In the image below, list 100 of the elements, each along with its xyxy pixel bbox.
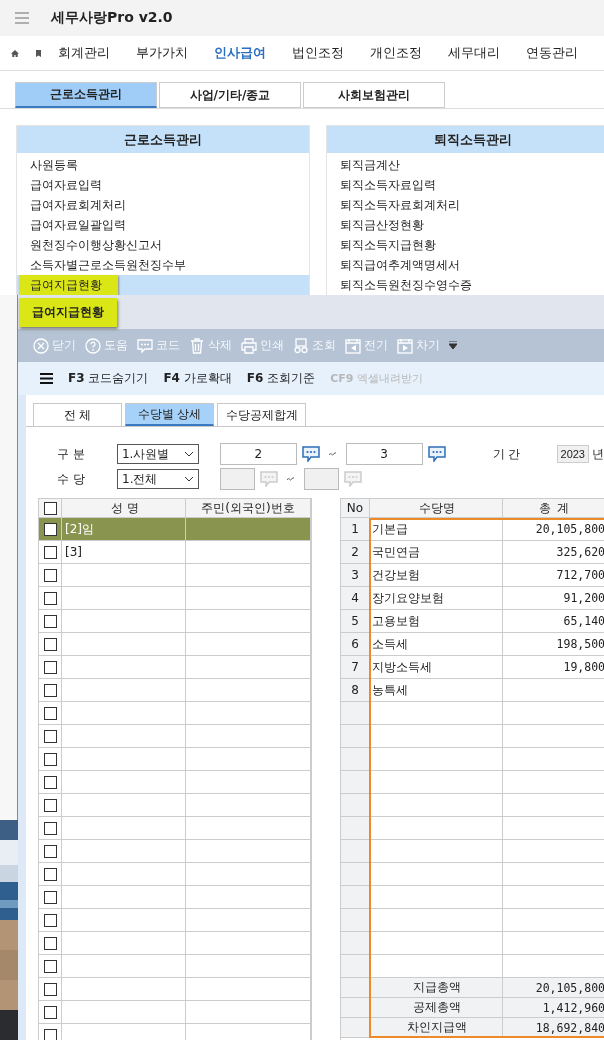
table-cell: 19,800 [563, 660, 604, 674]
menu-item[interactable]: 퇴직소득지급현황 [327, 235, 604, 255]
table-cell: 325,620 [556, 545, 604, 559]
nav-tab[interactable]: 부가가치 [136, 44, 188, 62]
checkbox[interactable] [43, 501, 57, 515]
nav-tab[interactable]: 연동관리 [526, 44, 578, 62]
checkbox[interactable] [43, 591, 57, 605]
menu-item[interactable]: 퇴직금산정현황 [327, 215, 604, 235]
column-header: 수당명 [370, 499, 503, 518]
checkbox[interactable] [43, 913, 57, 927]
summary-value: 18,692,840 [535, 1020, 604, 1035]
nav-tab[interactable]: 개인조정 [370, 44, 422, 62]
checkbox[interactable] [43, 936, 57, 950]
table-cell: 농특세 [372, 681, 408, 699]
checkbox[interactable] [43, 890, 57, 904]
checkbox[interactable] [43, 729, 57, 743]
chevron-down-icon [184, 476, 194, 482]
year-field[interactable]: 2023 [556, 445, 589, 463]
checkbox[interactable] [43, 867, 57, 881]
checkbox[interactable] [43, 959, 57, 973]
table-cell: 지방소득세 [372, 658, 432, 676]
speech-bubble-icon[interactable] [301, 446, 320, 462]
checkbox[interactable] [43, 522, 57, 536]
menu-item[interactable]: 급여지급현황 [17, 275, 309, 295]
table-cell: [2]임 [65, 520, 94, 538]
nav-tab[interactable]: 법인조정 [292, 44, 344, 62]
calendar-back-icon [345, 337, 361, 354]
summary-label: 차인지급액 [407, 1019, 467, 1036]
tilde-icon [328, 452, 336, 456]
function-key-button[interactable]: F4 가로확대 [163, 370, 232, 387]
column-header: No [341, 499, 370, 518]
menu-item[interactable]: 소득자별근로소득원천징수부 [17, 255, 309, 275]
category-tab[interactable]: 사회보험관리 [303, 82, 445, 108]
table-cell: 198,500 [556, 637, 604, 651]
employee-row[interactable]: [3] [39, 541, 311, 564]
row-number: 8 [341, 679, 370, 702]
more-icon[interactable] [449, 341, 457, 350]
category-tab[interactable]: 사업/기타/종교 [159, 82, 301, 108]
panel-header: 퇴직소득관리 [327, 126, 604, 153]
speech-bubble-icon [137, 337, 153, 354]
checkbox[interactable] [43, 660, 57, 674]
close-icon [33, 337, 49, 354]
speech-bubble-icon[interactable] [427, 446, 446, 462]
calendar-forward-icon [397, 337, 413, 354]
nav-tab[interactable]: 세무대리 [448, 44, 500, 62]
summary-label: 지급총액 [413, 979, 461, 996]
checkbox[interactable] [43, 1005, 57, 1019]
row-number: 1 [341, 518, 370, 541]
checkbox[interactable] [43, 752, 57, 766]
nav-tab[interactable]: 인사급여 [214, 44, 266, 62]
binoculars-icon [293, 337, 309, 354]
checkbox[interactable] [43, 844, 57, 858]
checkbox[interactable] [43, 821, 57, 835]
table-cell: 712,700 [556, 568, 604, 582]
menu-item[interactable]: 퇴직금계산 [327, 155, 604, 175]
checkbox[interactable] [43, 545, 57, 559]
menu-item[interactable]: 사원등록 [17, 155, 309, 175]
table-cell: 소득세 [372, 635, 408, 653]
checkbox[interactable] [43, 775, 57, 789]
row-number: 4 [341, 587, 370, 610]
menu-item[interactable]: 퇴직소득자료회계처리 [327, 195, 604, 215]
function-key-button[interactable]: F3 코드숨기기 [68, 370, 149, 387]
printer-icon [241, 337, 257, 354]
menu-item[interactable]: 퇴직소득자료입력 [327, 175, 604, 195]
trash-icon [189, 337, 205, 354]
summary-value: 1,412,960 [542, 1000, 604, 1015]
category-tab[interactable]: 근로소득관리 [15, 82, 157, 108]
menu-item[interactable]: 급여자료일괄입력 [17, 215, 309, 235]
checkbox[interactable] [43, 706, 57, 720]
checkbox[interactable] [43, 982, 57, 996]
function-key-button[interactable]: F6 조회기준 [246, 370, 316, 387]
checkbox[interactable] [43, 568, 57, 582]
checkbox[interactable] [43, 1028, 57, 1040]
view-tab[interactable]: 수당별 상세 [125, 403, 214, 426]
table-cell: 65,140 [563, 614, 604, 628]
panel-header: 근로소득관리 [17, 126, 309, 153]
column-header: 총 계 [503, 499, 604, 518]
dropdown[interactable]: 1.사원별 [116, 444, 199, 464]
checkbox[interactable] [43, 637, 57, 651]
checkbox[interactable] [43, 798, 57, 812]
code-field[interactable]: 3 [345, 443, 423, 465]
table-cell: 91,200 [563, 591, 604, 605]
row-number: 6 [341, 633, 370, 656]
tilde-icon [287, 477, 294, 481]
menu-item[interactable]: 퇴직소득원천징수영수증 [327, 275, 604, 295]
tooltip: 급여지급현황 [19, 298, 117, 327]
menu-icon[interactable] [40, 373, 53, 384]
row-number: 3 [341, 564, 370, 587]
view-tab[interactable]: 수당공제합계 [217, 403, 306, 426]
table-cell: 장기요양보험 [372, 589, 444, 607]
checkbox[interactable] [43, 614, 57, 628]
view-tab[interactable]: 전 체 [33, 403, 122, 426]
nav-tab[interactable]: 회계관리 [58, 44, 110, 62]
checkbox[interactable] [43, 683, 57, 697]
menu-item[interactable]: 급여자료회계처리 [17, 195, 309, 215]
menu-item[interactable]: 원천징수이행상황신고서 [17, 235, 309, 255]
code-field[interactable]: 2 [219, 443, 297, 465]
menu-item[interactable]: 퇴직급여추계액명세서 [327, 255, 604, 275]
menu-item[interactable]: 급여자료입력 [17, 175, 309, 195]
table-cell: 고용보험 [372, 612, 420, 630]
